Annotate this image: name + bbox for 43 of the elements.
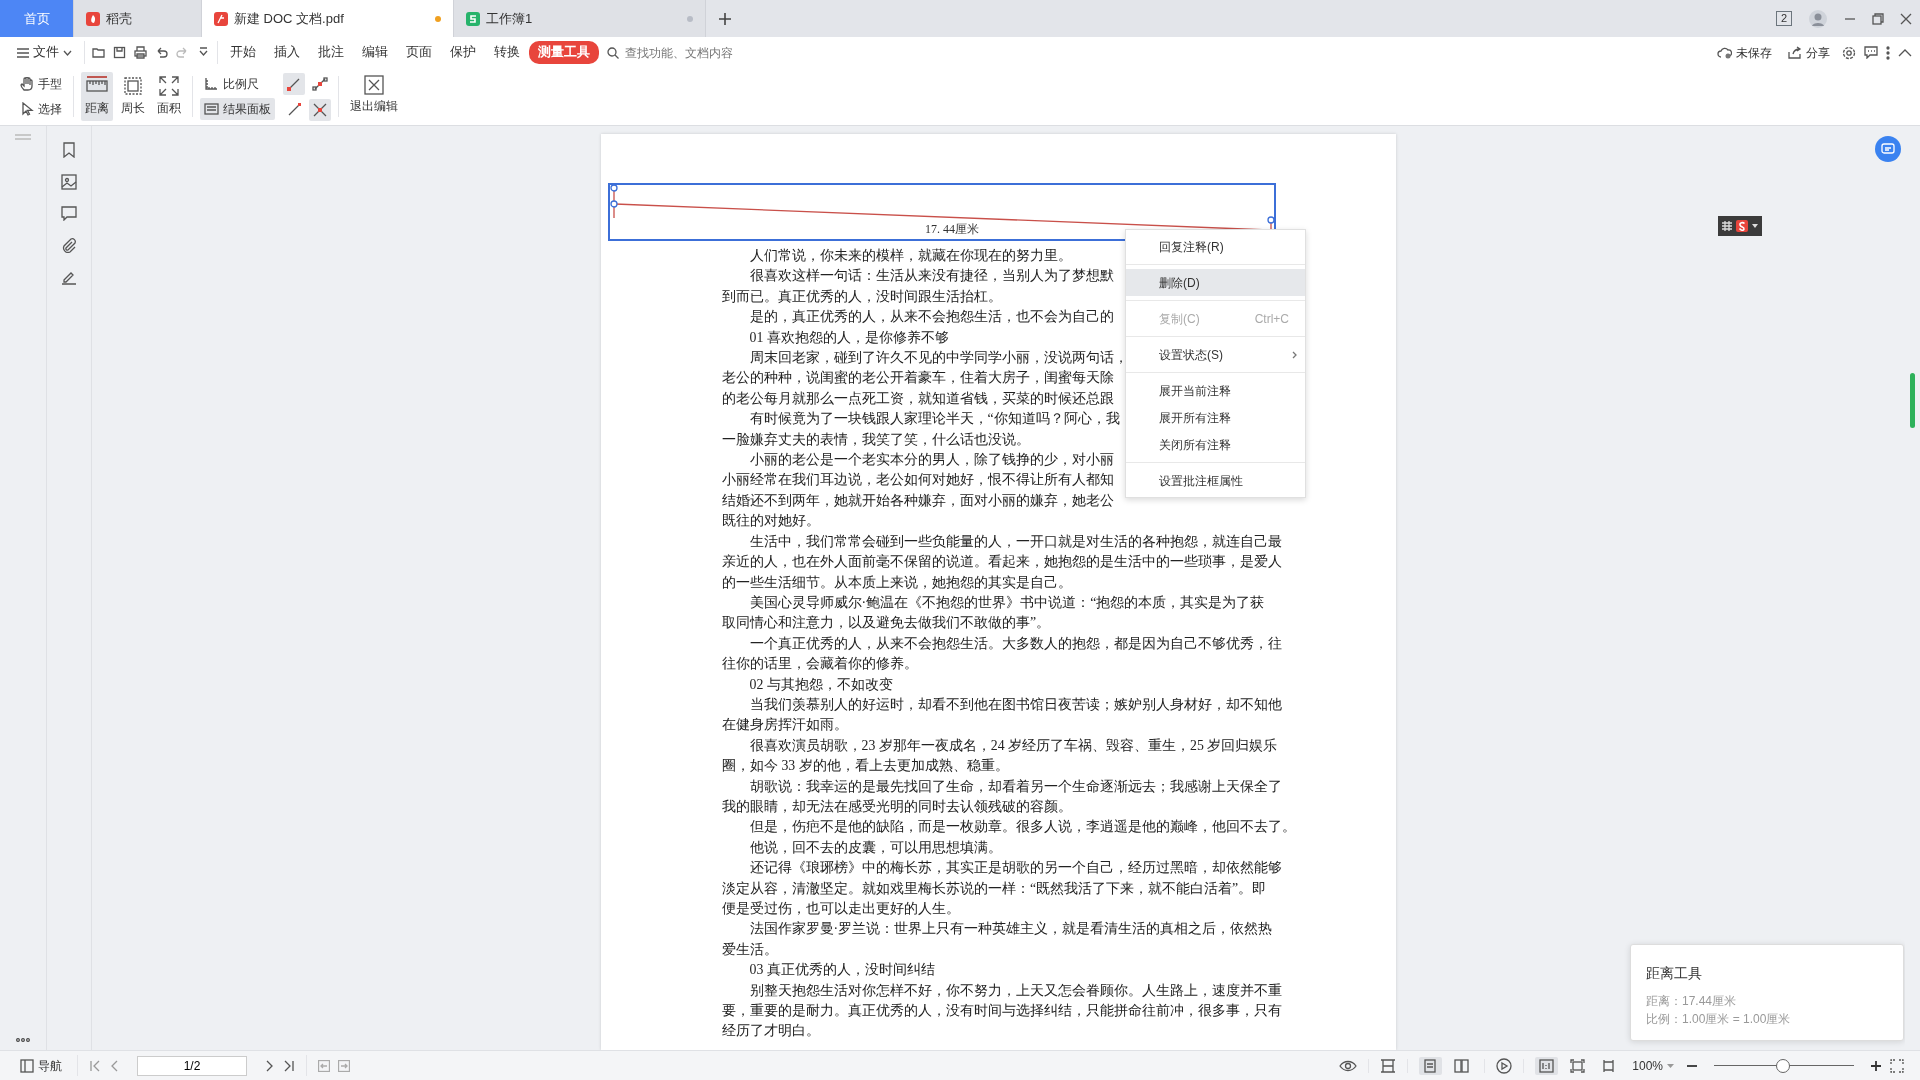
text-line: 还记得《琅琊榜》中的梅长苏，其实正是胡歌的另一个自己，经历过黑暗，却依然能够 — [749, 859, 1282, 878]
text-line: 老公的种种，说闺蜜的老公开着豪车，住着大房子，闺蜜每天除 — [722, 369, 1114, 388]
text-line: 02 与其抱怨，不如改变 — [749, 675, 893, 694]
text-line: 的一些生活细节。从本质上来说，她抱怨的其实是自己。 — [722, 573, 1072, 592]
text-line: 有时候竟为了一块钱跟人家理论半天，“你知道吗？阿心，我 — [749, 410, 1120, 429]
text-line: 我的眼睛，却无法在感受光明的同时去认领残破的容颜。 — [722, 797, 1072, 816]
text-line: 周末回老家，碰到了许久不见的中学同学小丽，没说两句话， — [749, 349, 1128, 368]
text-line: 一脸嫌弃丈夫的表情，我笑了笑，什么话也没说。 — [722, 430, 1030, 449]
distance-text: 距离：17.44厘米 — [1646, 993, 1738, 1010]
text-line: 到而已。真正优秀的人，没时间跟生活抬杠。 — [722, 287, 1002, 306]
text-line: 要，重要的是耐力。真正优秀的人，没有时间与选择纠结，只能拼命往前冲，很多事，只有 — [722, 1002, 1282, 1021]
text-line: 美国心灵导师威尔·鲍温在《不抱怨的世界》书中说道：“抱怨的本质，其实是为了获 — [749, 593, 1265, 612]
text-line: 取同情心和注意力，以及避免去做我们不敢做的事”。 — [722, 614, 1051, 633]
text-line: 01 喜欢抱怨的人，是你修养不够 — [749, 328, 949, 347]
text-line: 便是受过伤，也可以走出更好的人生。 — [722, 900, 960, 918]
text-line: 法国作家罗曼·罗兰说：世界上只有一种英雄主义，就是看清生活的真相之后，依然热 — [749, 920, 1273, 939]
text-line: 往你的话里，会藏着你的修养。 — [722, 655, 918, 674]
text-line: 是的，真正优秀的人，从来不会抱怨生活，也不会为自己的 — [749, 308, 1114, 327]
text-line: 在健身房挥汗如雨。 — [722, 716, 848, 735]
text-line: 小丽的老公是一个老实本分的男人，除了钱挣的少，对小丽 — [749, 451, 1114, 470]
measure-label: 17. 44厘米 — [923, 222, 981, 236]
text-line: 的老公每月就那么一点死工资，就知道省钱，买菜的时候还总跟 — [722, 389, 1114, 408]
text-line: 胡歌说：我幸运的是最先找回了生命，却看着另一个生命逐渐远去；我感谢上天保全了 — [749, 777, 1282, 796]
text-line: 经历了才明白。 — [722, 1022, 820, 1041]
text-line: 生活中，我们常常会碰到一些负能量的人，一开口就是对生活的各种抱怨，就连自己最 — [749, 532, 1282, 551]
text-line: 人们常说，你未来的模样，就藏在你现在的努力里。 — [749, 247, 1072, 265]
text-line: 爱生活。 — [722, 940, 778, 959]
text-line: 圈，如今 33 岁的他，看上去更加成熟、稳重。 — [722, 757, 1009, 776]
text-line: 淡定从容，清澈坚定。就如戏里梅长苏说的一样：“既然我活了下来，就不能白活着”。即 — [722, 879, 1267, 898]
text-line: 结婚还不到两年，她就开始各种嫌弃，面对小丽的嫌弃，她老公 — [722, 491, 1114, 510]
text-line: 他说，回不去的皮囊，可以用思想填满。 — [749, 838, 1002, 857]
text-line: 很喜欢这样一句话：生活从来没有捷径，当别人为了梦想默 — [749, 267, 1114, 286]
text-line: 小丽经常在我们耳边说，老公如何对她好，恨不得让所有人都知 — [722, 471, 1114, 490]
text-line: 但是，伤疤不是他的缺陷，而是一枚勋章。很多人说，李逍遥是他的巅峰，他回不去了。 — [749, 818, 1296, 837]
text-line: 当我们羡慕别人的好运时，却看不到他在图书馆日夜苦读；嫉妒别人身材好，却不知他 — [749, 695, 1282, 714]
text-line: 很喜欢演员胡歌，23 岁那年一夜成名，24 岁经历了车祸、毁容、重生，25 岁回归娱乐 — [749, 736, 1278, 755]
text-line: 既往的对她好。 — [722, 512, 820, 531]
text-line: 亲近的人，也在外人面前毫不保留的说道。看起来，她抱怨的是生活中的一些琐事，是爱人 — [722, 553, 1282, 572]
scale-text: 比例：1.00厘米 = 1.00厘米 — [1646, 1011, 1792, 1028]
text-line: 别整天抱怨生活对你怎样不好，你不努力，上天又怎会眷顾你。人生路上，速度并不重 — [749, 981, 1282, 1000]
text-line: 03 真正优秀的人，没时间纠结 — [749, 961, 935, 980]
panel-title: 距离工具 — [1646, 964, 1703, 983]
text-line: 一个真正优秀的人，从来不会抱怨生活。大多数人的抱怨，都是因为自己不够优秀，往 — [749, 634, 1282, 653]
